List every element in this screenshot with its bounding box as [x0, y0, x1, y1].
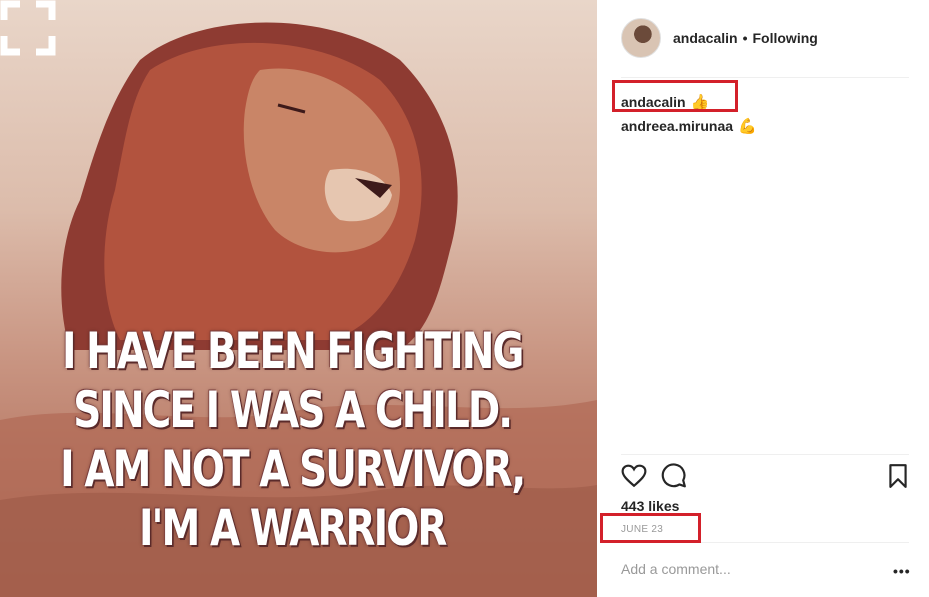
- action-bar: [621, 463, 909, 491]
- more-options-button[interactable]: •••: [893, 563, 911, 579]
- bookmark-icon[interactable]: [887, 463, 909, 489]
- annotation-box: [612, 80, 738, 112]
- watermark-logo-icon: [0, 0, 56, 56]
- quote-line: I HAVE BEEN FIGHTING: [61, 322, 524, 380]
- quote-line: SINCE I WAS A CHILD.: [73, 381, 513, 439]
- quote-line: I AM NOT A SURVIVOR,: [60, 440, 526, 498]
- avatar[interactable]: [621, 18, 661, 58]
- comment-item: andreea.mirunaa 💪: [621, 114, 757, 138]
- actions-divider: [621, 454, 909, 455]
- comment-icon[interactable]: [661, 463, 687, 489]
- post-header: andacalin • Following: [621, 17, 911, 59]
- post-image[interactable]: I HAVE BEEN FIGHTING SINCE I WAS A CHILD…: [0, 0, 597, 597]
- following-button[interactable]: Following: [753, 30, 818, 46]
- add-comment-input[interactable]: Add a comment...: [621, 561, 731, 577]
- header-divider: [621, 77, 909, 78]
- flexed-biceps-icon: 💪: [738, 117, 757, 135]
- heart-icon[interactable]: [621, 463, 647, 489]
- comment-username-link[interactable]: andreea.mirunaa: [621, 118, 733, 134]
- annotation-box: [600, 513, 701, 543]
- header-username-link[interactable]: andacalin: [673, 30, 738, 46]
- quote-text: I HAVE BEEN FIGHTING SINCE I WAS A CHILD…: [59, 322, 526, 558]
- separator-dot: •: [742, 30, 748, 46]
- quote-line: I'M A WARRIOR: [138, 499, 447, 557]
- likes-count[interactable]: 443 likes: [621, 498, 679, 514]
